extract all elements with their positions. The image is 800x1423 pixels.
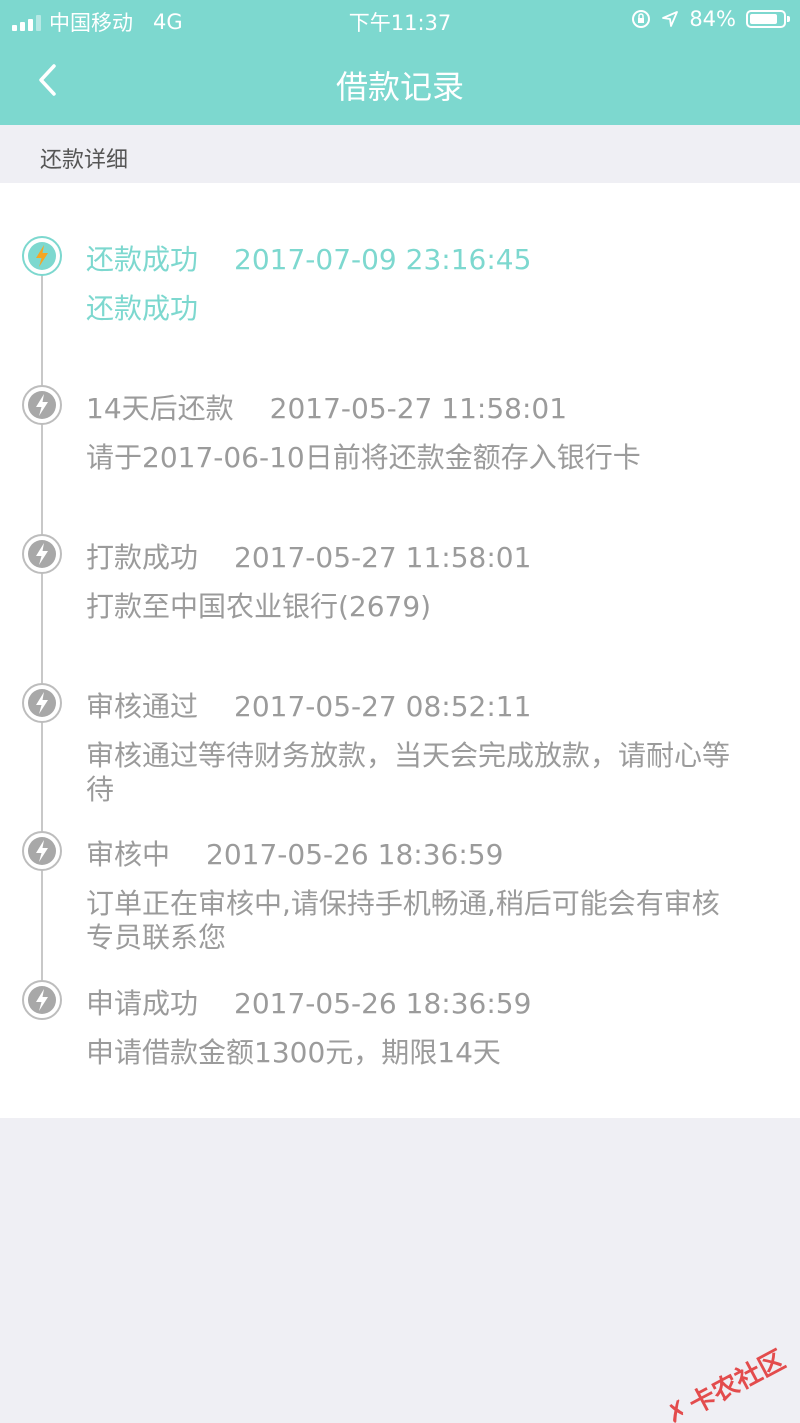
timeline-row-title: 审核中 2017-05-26 18:36:59: [86, 833, 503, 873]
timeline-row-title: 审核通过 2017-05-27 08:52:11: [86, 685, 531, 725]
timeline-status: 还款成功: [86, 243, 199, 276]
battery-icon: [746, 10, 790, 28]
page-title: 借款记录: [335, 68, 464, 106]
timeline-description: 审核通过等待财务放款，当天会完成放款，请耐心等待: [86, 739, 731, 806]
timeline-datetime: 2017-05-26 18:36:59: [206, 838, 504, 871]
timeline-node-icon: [22, 534, 62, 574]
timeline-status: 审核中: [86, 838, 171, 871]
timeline-node-icon: [22, 385, 62, 425]
timeline-line: [41, 255, 43, 985]
watermark-text: 卡农社区: [684, 1344, 791, 1421]
timeline-datetime: 2017-07-09 23:16:45: [234, 243, 532, 276]
timeline-description: 请于2017-06-10日前将还款金额存入银行卡: [86, 441, 641, 474]
timeline-node-icon: [22, 683, 62, 723]
timeline-row-title: 申请成功 2017-05-26 18:36:59: [86, 982, 531, 1022]
timeline-node-icon: [22, 980, 62, 1020]
timeline-node-icon: [22, 236, 62, 276]
timeline-datetime: 2017-05-27 08:52:11: [234, 690, 532, 723]
section-title: 还款详细: [40, 148, 129, 173]
timeline-row-title: 打款成功 2017-05-27 11:58:01: [86, 536, 531, 576]
timeline-description: 申请借款金额1300元，期限14天: [86, 1036, 501, 1069]
rotation-lock-icon: [632, 10, 651, 28]
timeline-datetime: 2017-05-27 11:58:01: [269, 392, 568, 425]
timeline-status: 审核通过: [86, 690, 199, 723]
timeline-status: 14天后还款: [86, 392, 234, 425]
section-header: 还款详细: [0, 125, 800, 183]
status-right: 84%: [631, 7, 790, 31]
timeline-datetime: 2017-05-26 18:36:59: [234, 987, 532, 1020]
top-bar: 中国移动 4G 下午11:37 84% 借款记录: [0, 0, 800, 125]
status-bar: 中国移动 4G 下午11:37 84%: [0, 0, 800, 40]
battery-percent: 84%: [689, 7, 736, 31]
location-icon: [662, 11, 679, 27]
nav-bar: 借款记录: [0, 40, 800, 125]
timeline-node-icon: [22, 831, 62, 871]
timeline-description: 还款成功: [86, 292, 199, 325]
timeline-status: 打款成功: [86, 541, 199, 574]
timeline-row-title: 还款成功 2017-07-09 23:16:45: [86, 238, 531, 278]
watermark: ✗ 卡农社区: [659, 1340, 791, 1423]
timeline-status: 申请成功: [86, 987, 199, 1020]
timeline-description: 订单正在审核中,请保持手机畅通,稍后可能会有审核专员联系您: [86, 887, 720, 954]
screen: 中国移动 4G 下午11:37 84% 借款记录 还款详细 还款成功 2017-…: [0, 0, 800, 1423]
timeline-description: 打款至中国农业银行(2679): [86, 590, 432, 623]
timeline-datetime: 2017-05-27 11:58:01: [234, 541, 532, 574]
timeline-row-title: 14天后还款 2017-05-27 11:58:01: [86, 387, 567, 427]
timeline-card: 还款成功 2017-07-09 23:16:45 还款成功 14天后还款 2017-05…: [0, 183, 800, 1118]
